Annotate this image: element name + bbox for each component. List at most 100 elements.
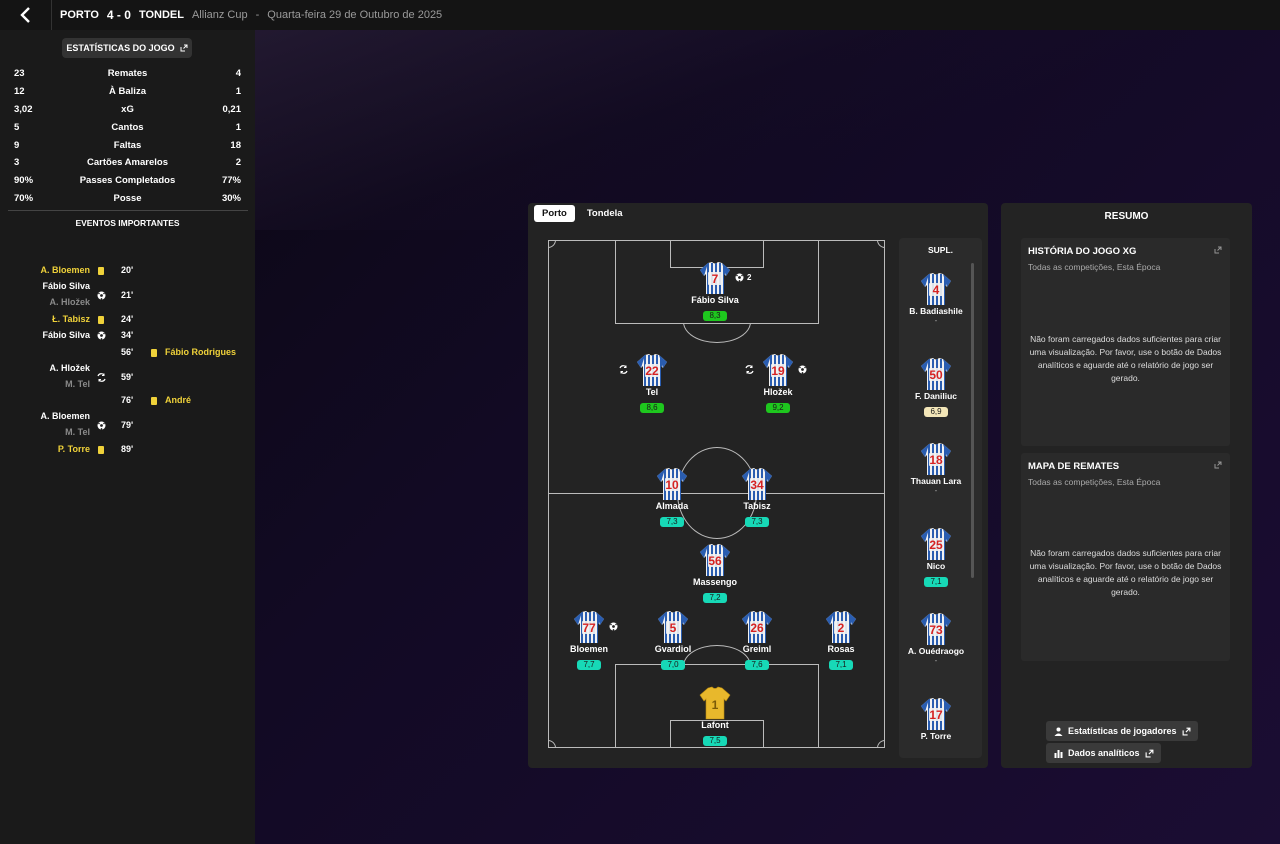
player-name: Nico <box>926 561 946 571</box>
event-player[interactable]: Fábio Silva <box>42 281 90 291</box>
tab-porto[interactable]: Porto <box>534 205 575 222</box>
event-player-secondary[interactable]: M. Tel <box>65 379 90 389</box>
player-f-bio-silva[interactable]: 7 Fábio Silva 8,3 <box>675 261 755 323</box>
key-event[interactable]: Fábio Silva A. Hložek 21' <box>0 280 255 312</box>
event-player[interactable]: André <box>165 395 191 405</box>
player-tel[interactable]: 22 Tel 8,6 <box>612 353 692 415</box>
match-stats-button[interactable]: ESTATÍSTICAS DO JOGO <box>62 38 192 58</box>
key-event[interactable]: P. Torre 89' <box>0 443 255 457</box>
yellow-card-icon <box>150 348 159 357</box>
key-event[interactable]: 76' André <box>0 394 255 408</box>
stat-home: 90% <box>14 175 34 187</box>
player-name: Tabisz <box>743 501 771 511</box>
svg-text:19: 19 <box>771 364 785 378</box>
shirt-icon: 73 <box>899 612 973 646</box>
substitute-player[interactable]: 73 A. Ouédraogo - <box>899 612 973 666</box>
key-event[interactable]: Ł. Tabisz 24' <box>0 313 255 327</box>
player-rating: 8,6 <box>640 403 664 413</box>
stat-label: Remates <box>107 68 148 80</box>
score: 4 - 0 <box>106 8 131 22</box>
goal-ball-icon <box>798 365 807 374</box>
player-hlo-ek[interactable]: 19 Hložek 9,2 <box>738 353 818 415</box>
xg-story-card[interactable]: HISTÓRIA DO JOGO XG Todas as competições… <box>1021 238 1230 446</box>
player-name: B. Badiashile <box>909 306 963 316</box>
expand-icon[interactable] <box>1214 461 1222 469</box>
goal-ball-icon <box>609 622 618 631</box>
event-player[interactable]: P. Torre <box>58 444 90 454</box>
event-player[interactable]: Ł. Tabisz <box>52 314 90 324</box>
event-minute: 56' <box>121 347 134 357</box>
event-player-secondary[interactable]: A. Hložek <box>49 297 90 307</box>
key-event[interactable]: A. Bloemen 20' <box>0 264 255 278</box>
substitute-player[interactable]: 4 B. Badiashile - <box>899 272 973 326</box>
player-stats-button[interactable]: Estatísticas de jogadores <box>1046 721 1198 741</box>
xg-story-title: HISTÓRIA DO JOGO XG <box>1028 246 1137 257</box>
corner-tl <box>548 240 556 248</box>
event-player[interactable]: A. Bloemen <box>40 411 90 421</box>
player-rating: 8,3 <box>703 311 727 321</box>
player-rating: 7,5 <box>703 736 727 746</box>
player-greiml[interactable]: 26 Greiml 7,6 <box>717 610 797 672</box>
player-name: Bloemen <box>569 644 608 654</box>
event-player[interactable]: Fábio Rodrigues <box>165 347 236 357</box>
external-link-icon <box>180 44 188 52</box>
shirt-icon: 10 <box>632 467 712 501</box>
player-rosas[interactable]: 2 Rosas 7,1 <box>801 610 881 672</box>
stat-away: 30% <box>221 192 241 204</box>
expand-icon[interactable] <box>1214 246 1222 254</box>
svg-text:4: 4 <box>933 283 940 297</box>
player-name: Hložek <box>763 387 793 397</box>
match-header: PORTO 4 - 0 TONDEL Allianz Cup - Quarta-… <box>0 0 1280 30</box>
back-button[interactable] <box>0 0 52 30</box>
goal-count: 2 <box>747 273 752 282</box>
svg-text:22: 22 <box>645 364 659 378</box>
background-decoration <box>255 30 1280 230</box>
shot-map-card[interactable]: MAPA DE REMATES Todas as competições, Es… <box>1021 453 1230 661</box>
player-tabisz[interactable]: 34 Tabisz 7,3 <box>717 467 797 529</box>
summary-panel: RESUMO HISTÓRIA DO JOGO XG Todas as comp… <box>1001 203 1252 768</box>
event-minute: 76' <box>121 395 134 405</box>
player-gvardiol[interactable]: 5 Gvardiol 7,0 <box>633 610 713 672</box>
away-team[interactable]: TONDEL <box>139 9 184 21</box>
svg-text:56: 56 <box>708 554 722 568</box>
goal-ball-icon: 2 <box>735 273 751 282</box>
key-event[interactable]: A. Hložek M. Tel 59' <box>0 362 255 394</box>
analytics-button[interactable]: Dados analíticos <box>1046 743 1161 763</box>
player-name: Greiml <box>742 644 772 654</box>
event-minute: 21' <box>121 290 134 300</box>
tab-tondela[interactable]: Tondela <box>579 205 631 222</box>
substitute-player[interactable]: 25 Nico 7,1 <box>899 527 973 589</box>
stat-away: 77% <box>221 175 241 187</box>
stat-row: 12 À Baliza 1 <box>14 83 241 101</box>
event-player[interactable]: A. Bloemen <box>40 265 90 275</box>
substitution-icon <box>745 365 754 374</box>
player-almada[interactable]: 10 Almada 7,3 <box>632 467 712 529</box>
substitute-player[interactable]: 50 F. Daniliuc 6,9 <box>899 357 973 419</box>
shirt-icon: 25 <box>899 527 973 561</box>
key-event[interactable]: Fábio Silva 34' <box>0 329 255 343</box>
svg-text:18: 18 <box>929 453 943 467</box>
svg-text:34: 34 <box>750 478 764 492</box>
key-event[interactable]: A. Bloemen M. Tel 79' <box>0 410 255 442</box>
substitute-player[interactable]: 17 P. Torre <box>899 697 973 758</box>
player-massengo[interactable]: 56 Massengo 7,2 <box>675 543 755 605</box>
stat-label: Passes Completados <box>79 175 176 187</box>
stat-away: 0,21 <box>222 103 242 115</box>
shirt-icon: 34 <box>717 467 797 501</box>
substitute-player[interactable]: 18 Thauan Lara - <box>899 442 973 496</box>
event-player[interactable]: Fábio Silva <box>42 330 90 340</box>
player-lafont[interactable]: 1 Lafont 7,5 <box>675 686 755 748</box>
home-team[interactable]: PORTO <box>60 9 99 21</box>
competition[interactable]: Allianz Cup <box>192 9 248 21</box>
stat-label: Cartões Amarelos <box>87 157 168 169</box>
stat-away: 4 <box>235 68 241 80</box>
yellow-card-icon <box>150 396 159 405</box>
player-rating: 7,1 <box>924 577 948 587</box>
event-player[interactable]: A. Hložek <box>49 363 90 373</box>
external-link-icon <box>1145 749 1153 758</box>
svg-text:73: 73 <box>929 623 943 637</box>
key-event[interactable]: 56' Fábio Rodrigues <box>0 346 255 360</box>
player-bloemen[interactable]: 77 Bloemen 7,7 <box>549 610 629 672</box>
player-rating: 7,7 <box>577 660 601 670</box>
event-player-secondary[interactable]: M. Tel <box>65 427 90 437</box>
